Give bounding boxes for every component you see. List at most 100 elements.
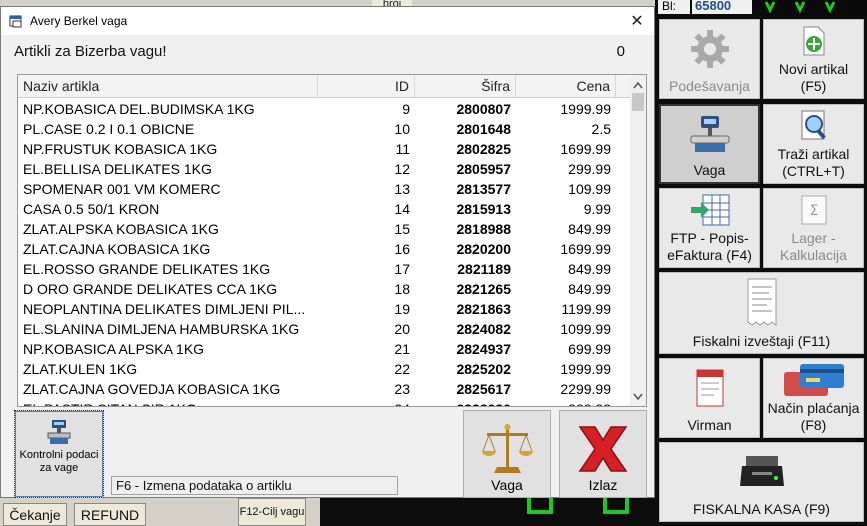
artikli-header-text: Artikli za Bizerba vagu! <box>14 43 167 60</box>
scroll-thumb[interactable] <box>632 93 644 111</box>
cilj-vagu-button[interactable]: F12-Cilj vagu <box>238 498 306 526</box>
table-row[interactable]: ZLAT.KULEN 1KG 22 2825202 1999.99 <box>18 359 632 379</box>
vaga-panel-label: Vaga <box>693 162 726 178</box>
cell-id: 9 <box>402 101 410 117</box>
cell-sifra: 2825617 <box>456 381 511 397</box>
close-red-x-icon <box>578 426 628 472</box>
grid-header: Naziv artikla ID Šifra Cena <box>18 75 632 98</box>
spreadsheet-icon <box>660 189 759 230</box>
cell-cena: 2299.99 <box>560 381 611 397</box>
sigma-icon: Σ <box>764 189 863 230</box>
cell-naziv: ZLAT.CAJNA GOVEDJA KOBASICA 1KG <box>23 381 281 397</box>
table-row[interactable]: NEOPLANTINA DELIKATES DIMLJENI PIL... 19 2… <box>18 299 632 319</box>
cell-id: 12 <box>394 161 410 177</box>
lager-kalkulacija-label: Lager - Kalkulacija <box>780 230 847 263</box>
fiskalna-kasa-button[interactable]: FISKALNA KASA (F9) <box>659 442 864 522</box>
invoice-icon <box>660 359 759 417</box>
cell-id: 15 <box>394 221 410 237</box>
table-row[interactable]: SPOMENAR 001 VM KOMERC 13 2813577 109.99 <box>18 179 632 199</box>
ftp-popis-button[interactable]: FTP - Popis-eFaktura (F4) <box>659 188 760 268</box>
close-icon[interactable]: ✕ <box>625 11 649 33</box>
cell-id: 20 <box>394 321 410 337</box>
scale-icon <box>47 420 71 444</box>
cell-naziv: ZLAT.ALPSKA KOBASICA 1KG <box>23 221 219 237</box>
cell-naziv: ZLAT.KULEN 1KG <box>23 361 138 377</box>
column-header-cena[interactable]: Cena <box>516 75 616 97</box>
izlaz-button[interactable]: Izlaz <box>559 410 647 498</box>
trazi-artikal-button[interactable]: Traži artikal (CTRL+T) <box>763 104 864 184</box>
cell-sifra: 2820200 <box>456 241 511 257</box>
cell-id: 19 <box>394 301 410 317</box>
kontrolni-podaci-button[interactable]: Kontrolni podaci za vage <box>14 410 104 498</box>
cell-naziv: NP.KOBASICA DEL.BUDIMSKA 1KG <box>23 101 255 117</box>
table-row[interactable]: EL.SLANINA DIMLJENA HAMBURSKA 1KG 20 28240… <box>18 319 632 339</box>
table-row[interactable]: ZLAT.CAJNA GOVEDJA KOBASICA 1KG 23 2825617… <box>18 379 632 399</box>
dialog-title: Avery Berkel vaga <box>30 14 128 28</box>
table-row[interactable]: D ORO GRANDE DELIKATES CCA 1KG 18 2821265 8… <box>18 279 632 299</box>
grid-vertical-scrollbar[interactable] <box>630 75 646 406</box>
table-row[interactable]: EL.BELLISA DELIKATES 1KG 12 2805957 299.99 <box>18 159 632 179</box>
cell-sifra: 2821189 <box>457 261 511 277</box>
cell-naziv: PL.CASE 0.2 I 0.1 OBICNE <box>23 121 195 137</box>
cell-sifra: 2818988 <box>456 221 511 237</box>
cell-sifra: 2801648 <box>456 121 511 137</box>
cell-id: 21 <box>394 341 410 357</box>
dialog-titlebar: Avery Berkel vaga ✕ <box>1 7 654 35</box>
podesavanja-button[interactable]: Podešavanja <box>659 19 760 99</box>
cell-cena: 2.5 <box>591 121 611 137</box>
lager-kalkulacija-button[interactable]: Σ Lager - Kalkulacija <box>763 188 864 268</box>
vaga-panel-button[interactable]: Vaga <box>659 104 760 184</box>
column-header-naziv[interactable]: Naziv artikla <box>18 75 318 97</box>
table-row[interactable]: CASA 0.5 50/1 KRON 14 2815913 9.99 <box>18 199 632 219</box>
novi-artikal-button[interactable]: Novi artikal (F5) <box>763 19 864 99</box>
virman-button[interactable]: Virman <box>659 358 760 438</box>
cell-id: 13 <box>394 181 410 197</box>
cell-naziv: SPOMENAR 001 VM KOMERC <box>23 181 221 197</box>
scroll-down-icon[interactable] <box>633 393 643 401</box>
nacin-placanja-button[interactable]: Način plaćanja (F8) <box>763 358 864 438</box>
vaga-button[interactable]: Vaga <box>463 410 551 498</box>
add-document-icon <box>764 20 863 61</box>
novi-artikal-label: Novi artikal (F5) <box>778 61 849 94</box>
fiskalni-izvestaji-label: Fiskalni izveštaji (F11) <box>692 333 831 349</box>
trazi-artikal-label: Traži artikal (CTRL+T) <box>777 146 850 179</box>
cell-cena: 1999.99 <box>560 101 611 117</box>
cell-sifra: 2821265 <box>456 281 511 297</box>
cell-sifra: 2824082 <box>456 321 511 337</box>
table-row[interactable]: ZLAT.CAJNA KOBASICA 1KG 16 2820200 1699.99 <box>18 239 632 259</box>
table-row[interactable]: EL.PASTIR SITAN SIR 1KG242828230888.88 <box>18 399 632 406</box>
bl-value: 65800 <box>692 0 752 14</box>
fiskalni-izvestaji-button[interactable]: Fiskalni izveštaji (F11) <box>659 272 864 354</box>
column-header-sifra[interactable]: Šifra <box>415 75 516 97</box>
cell-cena: 1999.99 <box>560 361 611 377</box>
cell-cena: 1099.99 <box>560 321 611 337</box>
credit-cards-icon <box>764 359 863 400</box>
digital-display-fragment <box>764 1 836 14</box>
cell-naziv: NP.FRUSTUK KOBASICA 1KG <box>23 141 218 157</box>
table-row[interactable]: NP.KOBASICA ALPSKA 1KG 21 2824937 699.99 <box>18 339 632 359</box>
table-row[interactable]: ZLAT.ALPSKA KOBASICA 1KG 15 2818988 849.99 <box>18 219 632 239</box>
cell-sifra: 2825202 <box>456 361 511 377</box>
search-icon <box>764 105 863 146</box>
table-row[interactable]: NP.FRUSTUK KOBASICA 1KG 11 2802825 1699.99 <box>18 139 632 159</box>
cell-id: 10 <box>394 121 410 137</box>
cell-cena: 299.99 <box>568 161 611 177</box>
cekanje-button[interactable]: Čekanje <box>3 503 67 526</box>
bl-label: Bl: <box>658 0 690 14</box>
gear-icon <box>660 20 759 78</box>
cell-naziv: EL.PASTIR SITAN SIR 1KG <box>18 399 318 406</box>
nacin-placanja-label: Način plaćanja (F8) <box>767 400 860 433</box>
cell-cena: 699.99 <box>568 341 611 357</box>
fiscal-printer-icon <box>660 443 863 501</box>
articles-grid[interactable]: Naziv artikla ID Šifra Cena NP.KOBASICA … <box>17 74 647 407</box>
scroll-up-icon[interactable] <box>633 81 643 89</box>
column-header-id[interactable]: ID <box>318 75 415 97</box>
cell-sifra: 2800807 <box>456 101 511 117</box>
avery-berkel-dialog: Avery Berkel vaga ✕ Artikli za Bizerba v… <box>0 6 655 498</box>
cell-id: 11 <box>395 141 410 157</box>
cell-sifra: 2802825 <box>456 141 511 157</box>
table-row[interactable]: NP.KOBASICA DEL.BUDIMSKA 1KG 9 2800807 1999… <box>18 99 632 119</box>
table-row[interactable]: EL.ROSSO GRANDE DELIKATES 1KG 17 2821189 84… <box>18 259 632 279</box>
refund-button[interactable]: REFUND <box>74 503 146 526</box>
table-row[interactable]: PL.CASE 0.2 I 0.1 OBICNE 10 2801648 2.5 <box>18 119 632 139</box>
